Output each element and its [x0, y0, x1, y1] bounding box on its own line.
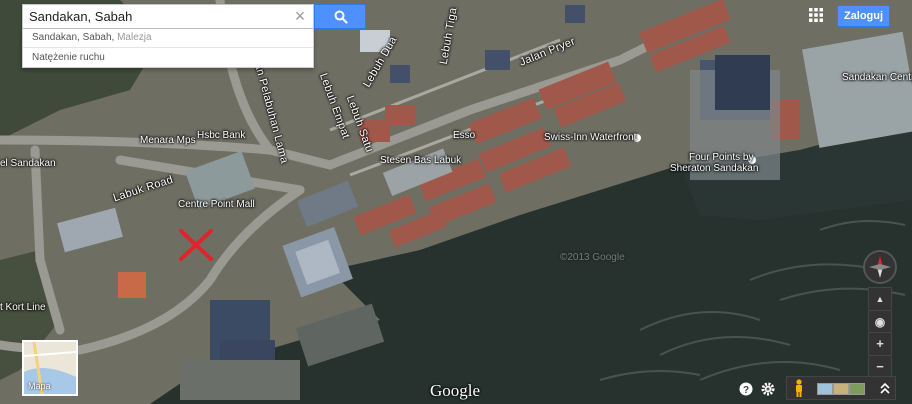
imagery-thumbnail[interactable]	[833, 383, 849, 395]
place-label-esso[interactable]: Esso	[453, 130, 475, 141]
suggestion-list: Sandakan, Sabah, Malezja Natężenie ruchu	[22, 29, 314, 68]
place-label-menara-mps[interactable]: Menara Mps	[140, 135, 196, 146]
tilt-icon[interactable]: ▲	[868, 287, 892, 311]
gear-icon[interactable]	[761, 382, 775, 396]
imagery-toolbar	[786, 376, 896, 400]
apps-grid-icon[interactable]	[809, 8, 823, 22]
place-label-four-points-1[interactable]: Four Points by	[689, 152, 753, 163]
place-label-stesen-bas[interactable]: Stesen Bas Labuk	[380, 155, 461, 166]
place-label-swiss-inn[interactable]: Swiss-Inn Waterfront	[544, 132, 636, 143]
my-location-icon[interactable]: ◉	[868, 310, 892, 334]
map-watermark: ©2013 Google	[560, 252, 625, 263]
close-icon[interactable]: ×	[293, 7, 307, 25]
suggestion-item[interactable]: Sandakan, Sabah, Malezja	[23, 29, 313, 48]
suggestion-secondary: Malezja	[117, 32, 152, 43]
search-button[interactable]	[314, 4, 366, 29]
svg-text:?: ?	[743, 385, 749, 396]
imagery-thumbnail[interactable]	[817, 383, 833, 395]
suggestion-main: Sandakan, Sabah,	[32, 32, 115, 43]
help-icon[interactable]: ?	[739, 382, 753, 396]
map-type-toggle[interactable]: Mapa	[22, 340, 78, 396]
chevron-up-icon[interactable]	[879, 381, 891, 395]
place-label-centre-point[interactable]: Centre Point Mall	[178, 199, 255, 210]
compass-icon[interactable]	[863, 250, 897, 284]
suggestion-item-traffic[interactable]: Natężenie ruchu	[23, 48, 313, 67]
place-label-sandakan-central[interactable]: Sandakan Central	[842, 72, 912, 83]
suggestion-main: Natężenie ruchu	[32, 52, 105, 63]
search-box: ×	[22, 4, 314, 29]
minimap-label: Mapa	[28, 381, 51, 391]
place-label-sandakan-left[interactable]: el Sandakan	[0, 158, 56, 169]
place-label-hsbc[interactable]: Hsbc Bank	[197, 130, 245, 141]
google-logo: Google	[430, 381, 481, 400]
login-button[interactable]: Zaloguj	[837, 5, 890, 27]
zoom-in-button[interactable]: +	[868, 332, 892, 356]
imagery-thumbnail[interactable]	[849, 383, 865, 395]
search-input[interactable]	[29, 5, 289, 28]
search-icon	[334, 10, 348, 24]
place-label-four-points-2[interactable]: Sheraton Sandakan	[670, 163, 758, 174]
place-label-kort-line[interactable]: t Kort Line	[0, 302, 46, 313]
pegman-icon[interactable]	[793, 379, 805, 397]
